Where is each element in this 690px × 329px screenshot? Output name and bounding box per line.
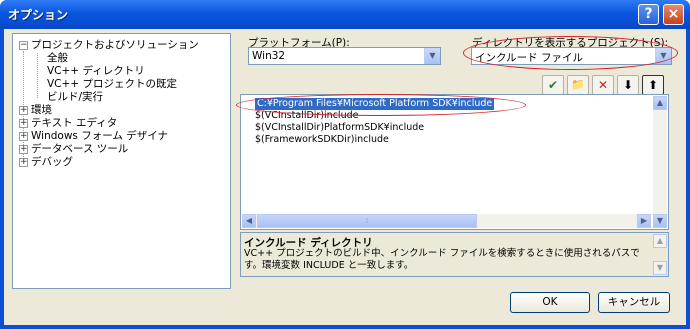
chevron-down-icon[interactable]: ▼	[655, 48, 671, 64]
scroll-down-icon[interactable]: ▼	[653, 214, 667, 228]
expand-icon[interactable]: +	[19, 119, 28, 128]
description-text: VC++ プロジェクトのビルド中、インクルード ファイルを検索するときに使用され…	[244, 248, 640, 271]
ok-button[interactable]: OK	[510, 292, 590, 313]
show-directories-for-dropdown[interactable]: インクルード ファイル ▼	[471, 47, 672, 65]
chevron-down-icon[interactable]: ▼	[424, 48, 440, 64]
scroll-right-icon[interactable]: ▶	[637, 214, 651, 228]
list-item[interactable]: $(VCInstallDir)PlatformSDK¥include	[255, 122, 424, 134]
tree-item-projects-solutions[interactable]: プロジェクトおよびソリューション	[31, 39, 199, 52]
dialog-client-area: − プロジェクトおよびソリューション 全般 VC++ ディレクトリ VC++ プ…	[4, 29, 686, 325]
title-bar[interactable]: オプション ? ×	[0, 0, 690, 29]
tree-item-debugging[interactable]: デバッグ	[31, 156, 73, 169]
scroll-left-icon[interactable]: ◀	[242, 214, 256, 228]
options-tree[interactable]: − プロジェクトおよびソリューション 全般 VC++ ディレクトリ VC++ プ…	[12, 33, 231, 289]
tree-item-build-run[interactable]: ビルド/実行	[47, 91, 103, 104]
platform-dropdown[interactable]: Win32 ▼	[248, 47, 441, 65]
expand-icon[interactable]: +	[19, 132, 28, 141]
scroll-down-icon[interactable]: ▼	[653, 261, 667, 275]
options-dialog: オプション ? × − プロジェクトおよびソリューション 全般 VC++ ディレ…	[0, 0, 690, 329]
cancel-button[interactable]: キャンセル	[598, 292, 670, 313]
vertical-scrollbar[interactable]: ▲ ▼	[653, 96, 667, 228]
delete-icon[interactable]: ✕	[592, 75, 614, 95]
description-panel: インクルード ディレクトリ VC++ プロジェクトのビルド中、インクルード ファ…	[240, 232, 669, 277]
tree-item-general[interactable]: 全般	[47, 52, 68, 65]
move-down-icon[interactable]: ⬇	[617, 75, 639, 95]
tree-item-vc-directories[interactable]: VC++ ディレクトリ	[47, 65, 145, 78]
list-item[interactable]: C:¥Program Files¥Microsoft Platform SDK¥…	[255, 98, 495, 110]
scroll-thumb[interactable]: ⦙	[257, 214, 477, 228]
move-up-icon[interactable]: ⬆	[642, 75, 664, 95]
check-icon[interactable]: ✔	[542, 75, 564, 95]
directories-list[interactable]: C:¥Program Files¥Microsoft Platform SDK¥…	[240, 94, 669, 230]
show-directories-for-value: インクルード ファイル	[475, 52, 584, 64]
close-button[interactable]: ×	[663, 4, 684, 25]
tree-item-text-editor[interactable]: テキスト エディタ	[31, 117, 117, 130]
tree-item-environment[interactable]: 環境	[31, 104, 52, 117]
expand-icon[interactable]: +	[19, 106, 28, 115]
list-item[interactable]: $(VCInstallDir)include	[255, 110, 358, 122]
scroll-up-icon[interactable]: ▲	[653, 234, 667, 248]
horizontal-scrollbar[interactable]: ◀ ⦙ ▶	[242, 214, 651, 228]
window-title: オプション	[8, 8, 69, 22]
platform-value: Win32	[252, 50, 286, 62]
expand-icon[interactable]: +	[19, 145, 28, 154]
tree-item-windows-forms-designer[interactable]: Windows フォーム デザイナ	[31, 130, 168, 143]
tree-item-database-tools[interactable]: データベース ツール	[31, 143, 128, 156]
tree-item-vc-project-defaults[interactable]: VC++ プロジェクトの既定	[47, 78, 177, 91]
list-item[interactable]: $(FrameworkSDKDir)include	[255, 134, 389, 146]
expand-icon[interactable]: +	[19, 158, 28, 167]
help-button[interactable]: ?	[638, 4, 659, 25]
scroll-up-icon[interactable]: ▲	[653, 96, 667, 110]
collapse-icon[interactable]: −	[19, 41, 28, 50]
new-folder-icon[interactable]: 📁	[567, 75, 589, 95]
